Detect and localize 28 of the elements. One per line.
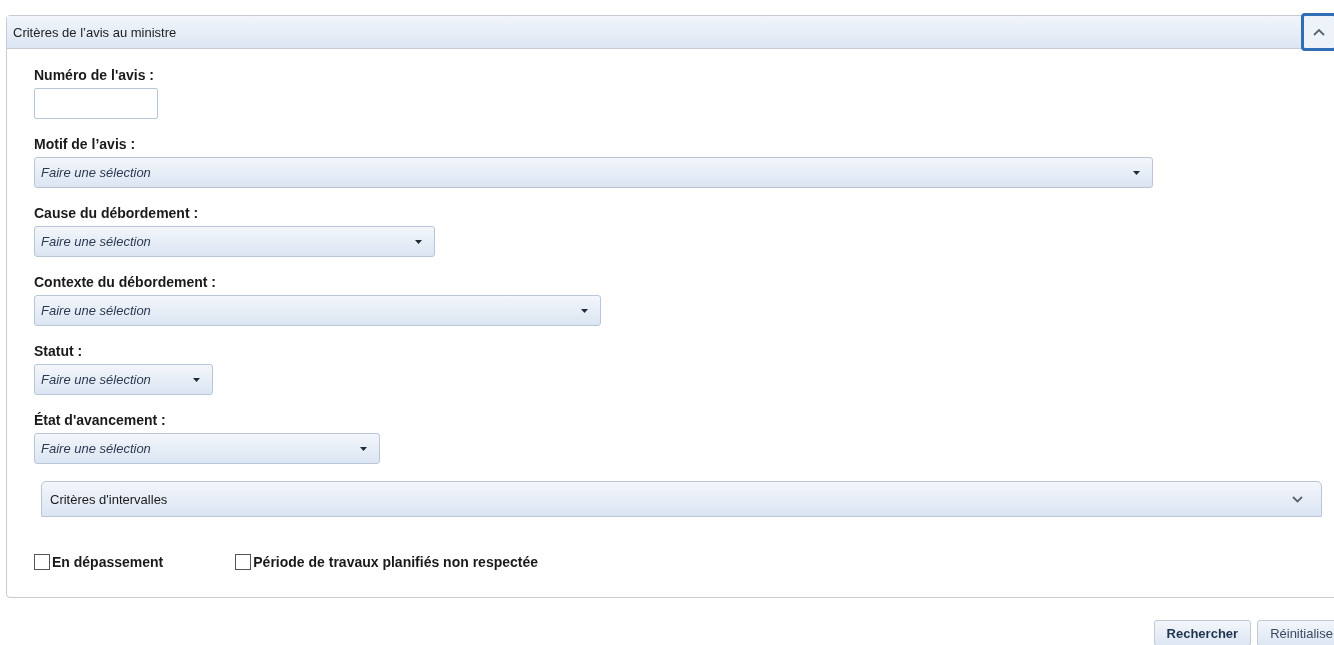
dropdown[interactable]: Faire une sélection [34,295,601,326]
dropdown[interactable]: Faire une sélection [34,157,1153,188]
field-label: État d'avancement : [34,412,166,428]
dropdown-arrow-icon [1133,170,1140,175]
caret-up-icon [1313,28,1325,36]
action-button[interactable]: Rechercher [1153,620,1252,645]
caret-down-icon [1292,495,1303,503]
collapse-button[interactable] [1301,13,1334,51]
action-button[interactable]: Réinitialise [1257,620,1334,645]
dropdown[interactable]: Faire une sélection [34,364,213,395]
dropdown-arrow-icon [193,377,200,382]
input-field[interactable] [34,88,158,119]
interval-criteria-header[interactable]: Critères d'intervalles [41,481,1322,517]
field-label: Numéro de l'avis : [34,67,155,83]
checkbox-label: En dépassement [52,554,164,570]
checkbox[interactable] [34,554,50,570]
checkbox[interactable] [235,554,252,570]
field-label: Contexte du débordement : [34,274,216,290]
panel-title: Critères de l’avis au ministre [12,24,177,40]
dropdown-arrow-icon [581,308,588,313]
field-label: Cause du débordement : [34,205,199,221]
dropdown[interactable]: Faire une sélection [34,226,435,257]
checkbox-label: Période de travaux planifiés non respectée [253,554,539,570]
dropdown[interactable]: Faire une sélection [34,433,380,464]
field-label: Statut : [34,343,83,359]
dropdown-arrow-icon [360,446,367,451]
field-label: Motif de l’avis : [34,136,136,152]
dropdown-arrow-icon [415,239,422,244]
